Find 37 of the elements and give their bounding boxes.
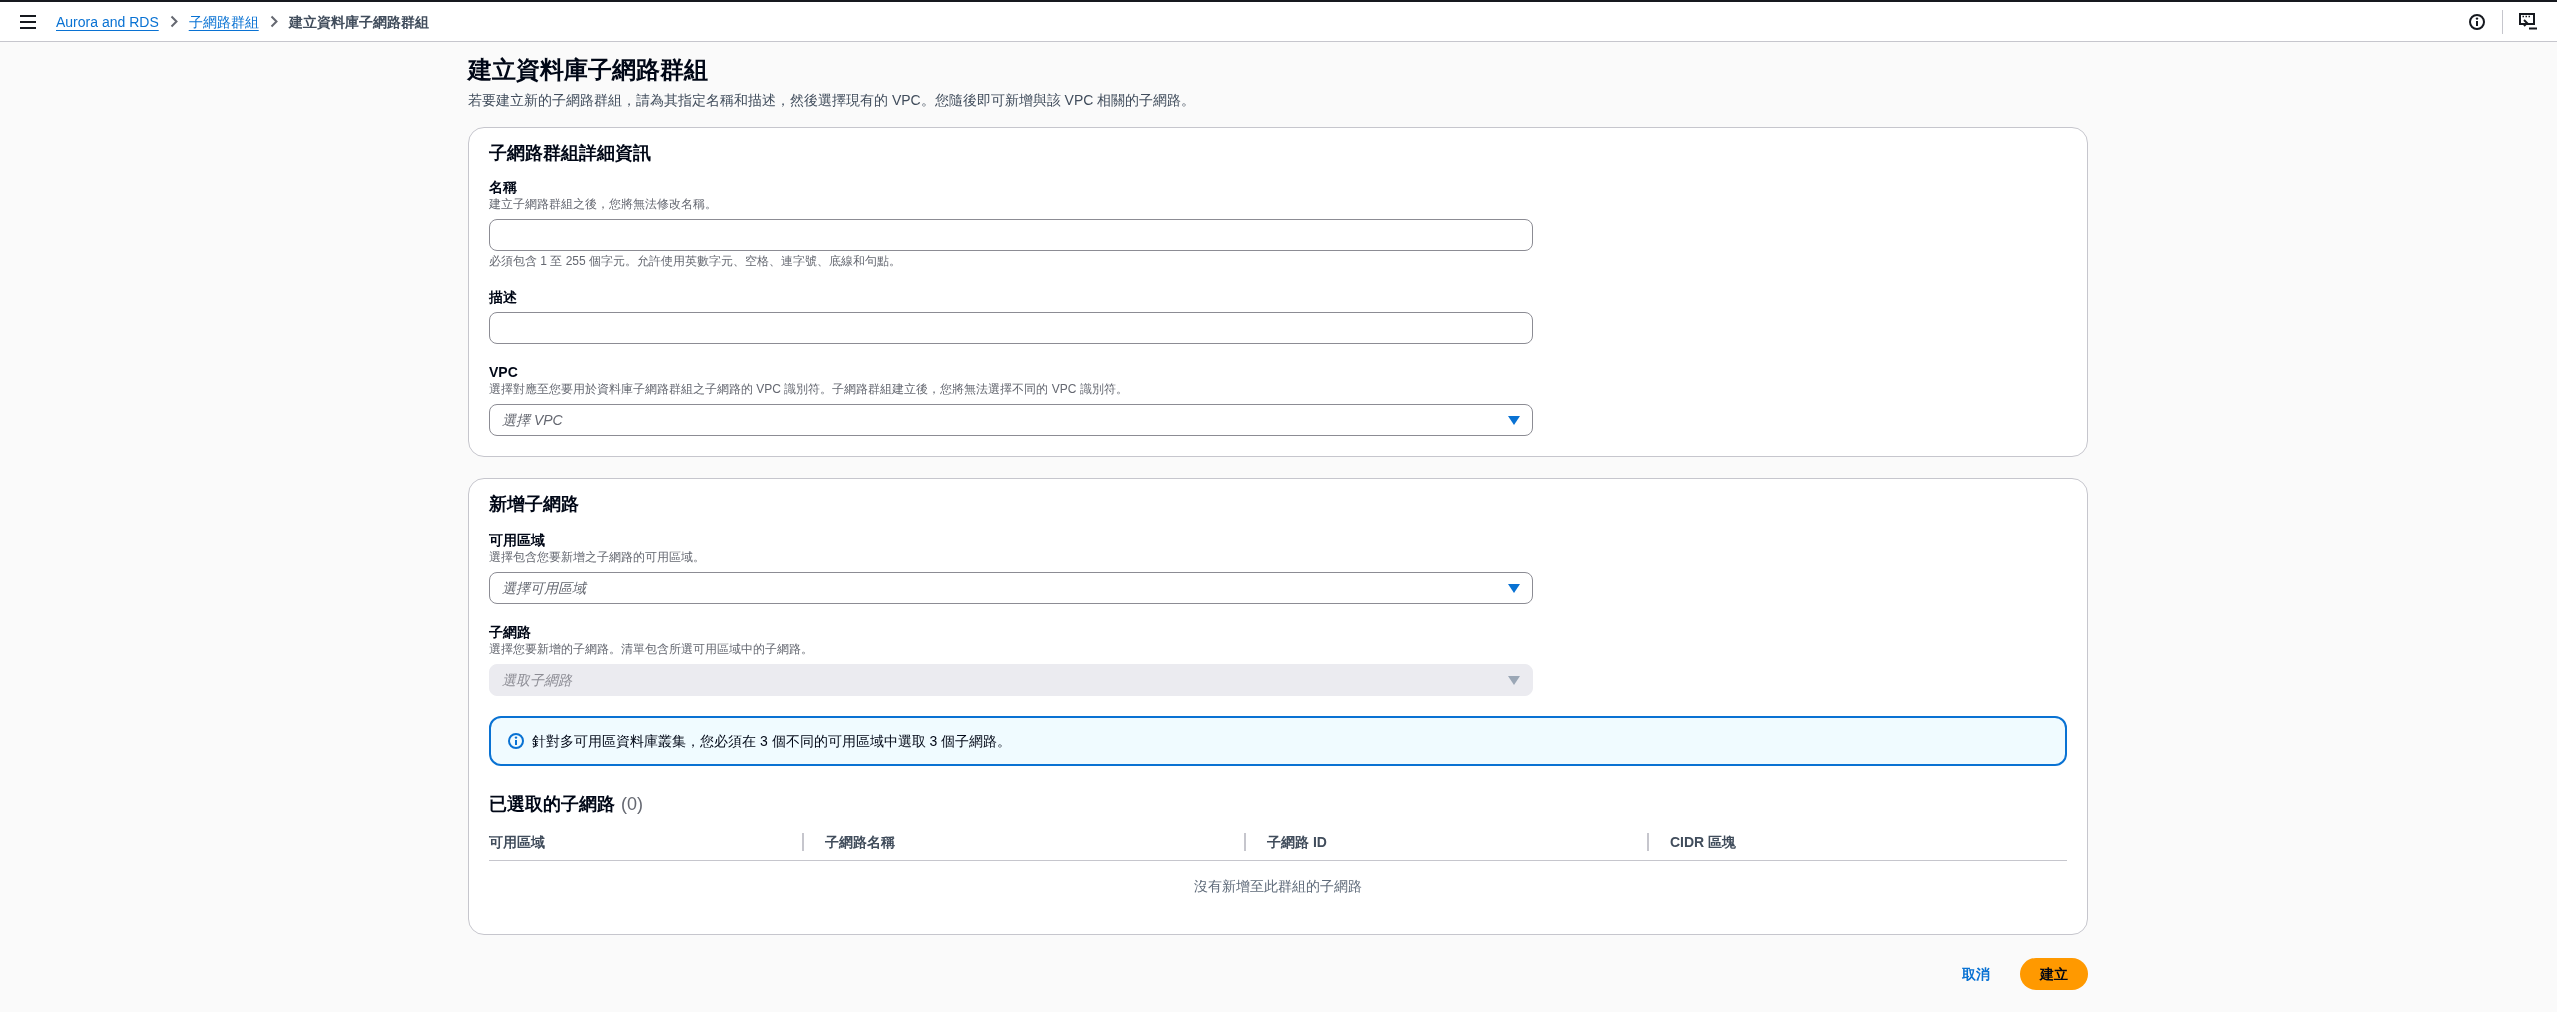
primary-button[interactable]: 建立 bbox=[2020, 958, 2088, 990]
dropdown-select[interactable]: 選擇可用區域 bbox=[489, 572, 1533, 604]
page-title: 建立資料庫子網路群組 bbox=[468, 55, 709, 85]
field-description: 選擇對應至您要用於資料庫子網路群組之子網路的 VPC 識別符。子網路群組建立後，您將無法選擇不同的 VPC 識別符。 bbox=[489, 381, 1128, 397]
field-hint: 必須包含 1 至 255 個字元。允許使用英數字元、空格、連字號、底線和句點。 bbox=[489, 253, 902, 269]
dropdown-select[interactable]: 選擇 VPC bbox=[489, 404, 1533, 436]
chevron-right-icon bbox=[269, 15, 278, 28]
field-label: 名稱 bbox=[489, 178, 517, 196]
column-header: CIDR 區塊 bbox=[1670, 833, 1737, 852]
terminal-icon[interactable] bbox=[2519, 13, 2537, 30]
breadcrumb-current: 建立資料庫子網路群組 bbox=[288, 12, 429, 32]
menu-icon[interactable] bbox=[20, 14, 36, 29]
empty-table-message: 沒有新增至此群組的子網路 bbox=[1193, 877, 1363, 896]
alert-message: 針對多可用區資料庫叢集，您必須在 3 個不同的可用區域中選取 3 個子網路。 bbox=[532, 732, 1012, 751]
card-heading: 子網路群組詳細資訊 bbox=[489, 142, 652, 165]
table-title: 已選取的子網路 bbox=[489, 793, 615, 816]
field-description: 建立子網路群組之後，您將無法修改名稱。 bbox=[489, 196, 717, 212]
breadcrumb-link[interactable]: 子網路群組 bbox=[188, 11, 259, 32]
field-label: 子網路 bbox=[489, 623, 531, 641]
field-description: 選擇您要新增的子網路。清單包含所選可用區域中的子網路。 bbox=[489, 641, 813, 657]
text-input[interactable] bbox=[489, 312, 1533, 344]
item-count: (0) bbox=[621, 793, 643, 816]
text-input[interactable] bbox=[489, 219, 1533, 251]
info-icon bbox=[508, 733, 524, 749]
column-header: 可用區域 bbox=[489, 833, 545, 852]
text-button[interactable]: 取消 bbox=[1942, 958, 2010, 990]
field-description: 選擇包含您要新增之子網路的可用區域。 bbox=[489, 549, 705, 565]
field-label: 描述 bbox=[489, 288, 517, 306]
field-label: 可用區域 bbox=[489, 531, 545, 549]
page-description: 若要建立新的子網路群組，請為其指定名稱和描述，然後選擇現有的 VPC。您隨後即可新增與該 VPC 相關的子網路。 bbox=[468, 91, 1197, 110]
card-heading: 新增子網路 bbox=[489, 493, 580, 516]
column-header: 子網路名稱 bbox=[825, 833, 895, 852]
field-label: VPC bbox=[489, 363, 518, 381]
info-icon[interactable] bbox=[2469, 13, 2485, 30]
column-header: 子網路 ID bbox=[1267, 833, 1327, 852]
chevron-right-icon bbox=[169, 15, 178, 28]
breadcrumb-link[interactable]: Aurora and RDS bbox=[56, 11, 159, 32]
